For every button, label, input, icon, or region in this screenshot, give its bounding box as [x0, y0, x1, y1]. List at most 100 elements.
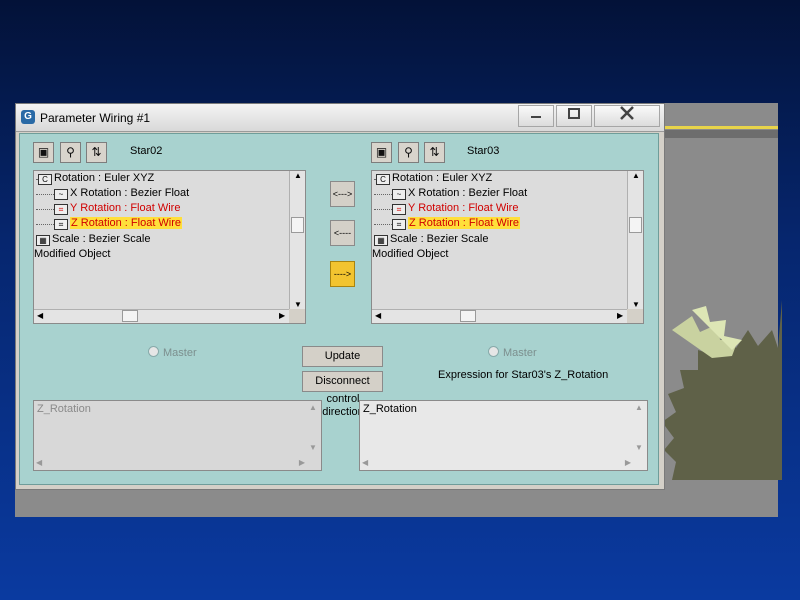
left-expression-textbox[interactable]: Z_Rotation ▲ ▼ ◀ ▶	[33, 400, 322, 471]
scroll-down-icon: ▼	[294, 300, 302, 309]
tree-item-rotation[interactable]: C Rotation : Euler XYZ	[38, 171, 154, 186]
select-parent-button[interactable]: ▣	[33, 142, 54, 163]
wire-icon: ⌗	[54, 219, 68, 230]
scroll-down-icon: ▼	[309, 443, 317, 452]
tree-item-y-rotation[interactable]: ⌗ Y Rotation : Float Wire	[392, 201, 518, 216]
wire-icon: ⌗	[392, 219, 406, 230]
scroll-down-icon: ▼	[635, 443, 643, 452]
folder-up-icon: ▣	[37, 145, 50, 159]
tree-item-label: Modified Object	[34, 248, 111, 260]
scroll-up-icon: ▲	[294, 171, 302, 180]
refresh-button-right[interactable]: ⇅	[424, 142, 445, 163]
window-title: Parameter Wiring #1	[40, 111, 151, 125]
tree-item-scale[interactable]: ▦ Scale : Bezier Scale	[374, 232, 488, 247]
refresh-icon: ⇅	[91, 145, 102, 159]
horizontal-scrollbar[interactable]: ◀ ▶	[34, 309, 305, 323]
left-expression-text: Z_Rotation	[37, 403, 91, 415]
close-icon	[620, 106, 634, 120]
folder-up-icon: ▣	[375, 145, 388, 159]
refresh-icon: ⇅	[429, 145, 440, 159]
right-to-left-direction-button[interactable]: <----	[330, 220, 355, 246]
minimize-icon	[531, 116, 541, 118]
left-to-right-direction-button[interactable]: ---->	[330, 261, 355, 287]
tree-item-label: Scale : Bezier Scale	[52, 233, 151, 245]
scroll-up-icon: ▲	[309, 403, 317, 412]
left-parameter-tree[interactable]: C Rotation : Euler XYZ ~ X Rotation : Bezi…	[33, 170, 306, 324]
tree-item-rotation[interactable]: C Rotation : Euler XYZ	[376, 171, 492, 186]
scroll-thumb[interactable]	[122, 310, 138, 322]
gear-object	[662, 300, 782, 480]
refresh-button[interactable]: ⇅	[86, 142, 107, 163]
tree-item-label: Z Rotation : Float Wire	[408, 217, 521, 229]
minimize-button[interactable]	[518, 105, 554, 127]
wire-icon: ⌗	[392, 204, 406, 215]
right-object-name: Star03	[467, 145, 500, 157]
pick-object-button[interactable]: ⚲	[60, 142, 81, 163]
scroll-left-icon: ◀	[375, 311, 382, 320]
scroll-right-icon: ▶	[279, 311, 286, 320]
scroll-thumb[interactable]	[460, 310, 476, 322]
parameter-wiring-window: G Parameter Wiring #1 ▣ ⚲ ⇅ Star02 ▣ ⚲ ⇅…	[15, 103, 665, 490]
wiring-panel: ▣ ⚲ ⇅ Star02 ▣ ⚲ ⇅ Star03 C Rotation : Eu…	[19, 133, 659, 485]
tree-item-z-rotation[interactable]: ⌗ Z Rotation : Float Wire	[54, 216, 183, 231]
close-button[interactable]	[594, 105, 660, 127]
update-button[interactable]: Update	[302, 346, 383, 367]
disconnect-button[interactable]: Disconnect	[302, 371, 383, 392]
title-bar[interactable]: G Parameter Wiring #1	[16, 104, 664, 132]
tree-item-scale[interactable]: ▦ Scale : Bezier Scale	[36, 232, 150, 247]
scroll-thumb[interactable]	[291, 217, 304, 233]
vertical-scrollbar[interactable]: ▲ ▼	[289, 171, 305, 312]
maximize-button[interactable]	[556, 105, 592, 127]
tree-item-label: Modified Object	[372, 248, 449, 260]
scroll-down-icon: ▼	[632, 300, 640, 309]
pick-icon: ⚲	[66, 145, 75, 159]
pick-object-button-right[interactable]: ⚲	[398, 142, 419, 163]
pick-icon: ⚲	[404, 145, 413, 159]
controller-icon: C	[38, 174, 52, 185]
tree-item-label: Rotation : Euler XYZ	[54, 172, 155, 184]
right-expression-textbox[interactable]: Z_Rotation ▲ ▼ ◀ ▶	[359, 400, 648, 471]
right-expression-text: Z_Rotation	[363, 403, 417, 415]
scroll-thumb[interactable]	[629, 217, 642, 233]
scale-icon: ▦	[374, 235, 388, 246]
scroll-right-icon: ▶	[617, 311, 624, 320]
scroll-left-icon: ◀	[37, 311, 44, 320]
right-parameter-tree[interactable]: C Rotation : Euler XYZ ~ X Rotation : Bezi…	[371, 170, 644, 324]
scroll-up-icon: ▲	[635, 403, 643, 412]
controller-icon: C	[376, 174, 390, 185]
bezier-icon: ~	[392, 189, 406, 200]
tree-item-label: Scale : Bezier Scale	[390, 233, 489, 245]
master-label: Master	[163, 347, 197, 359]
master-label: Master	[503, 347, 537, 359]
tree-item-label: Y Rotation : Float Wire	[70, 202, 181, 214]
app-icon: G	[21, 110, 35, 124]
maximize-icon	[568, 108, 580, 119]
wire-icon: ⌗	[54, 204, 68, 215]
left-object-name: Star02	[130, 145, 163, 157]
tree-item-label: X Rotation : Bezier Float	[408, 187, 528, 199]
tree-item-z-rotation[interactable]: ⌗ Z Rotation : Float Wire	[392, 216, 521, 231]
tree-item-label: Y Rotation : Float Wire	[408, 202, 519, 214]
right-master-radio[interactable]: Master	[488, 346, 537, 359]
left-master-radio[interactable]: Master	[148, 346, 197, 359]
tree-item-label: Rotation : Euler XYZ	[392, 172, 493, 184]
bezier-icon: ~	[54, 189, 68, 200]
expression-label: Expression for Star03's Z_Rotation	[438, 369, 609, 381]
tree-item-modified-object[interactable]: Modified Object	[372, 247, 448, 262]
scroll-left-icon: ◀	[36, 458, 43, 467]
tree-item-y-rotation[interactable]: ⌗ Y Rotation : Float Wire	[54, 201, 180, 216]
tree-item-x-rotation[interactable]: ~ X Rotation : Bezier Float	[54, 186, 189, 201]
tree-item-x-rotation[interactable]: ~ X Rotation : Bezier Float	[392, 186, 527, 201]
radio-icon	[148, 346, 159, 357]
scroll-right-icon: ▶	[624, 458, 631, 467]
viewport-edge-line	[665, 126, 778, 129]
scroll-right-icon: ▶	[298, 458, 305, 467]
viewport-panel-strip	[665, 130, 778, 138]
select-parent-button-right[interactable]: ▣	[371, 142, 392, 163]
scroll-left-icon: ◀	[362, 458, 369, 467]
horizontal-scrollbar[interactable]: ◀ ▶	[372, 309, 643, 323]
scroll-up-icon: ▲	[632, 171, 640, 180]
two-way-direction-button[interactable]: <--->	[330, 181, 355, 207]
tree-item-modified-object[interactable]: Modified Object	[34, 247, 110, 262]
vertical-scrollbar[interactable]: ▲ ▼	[627, 171, 643, 312]
